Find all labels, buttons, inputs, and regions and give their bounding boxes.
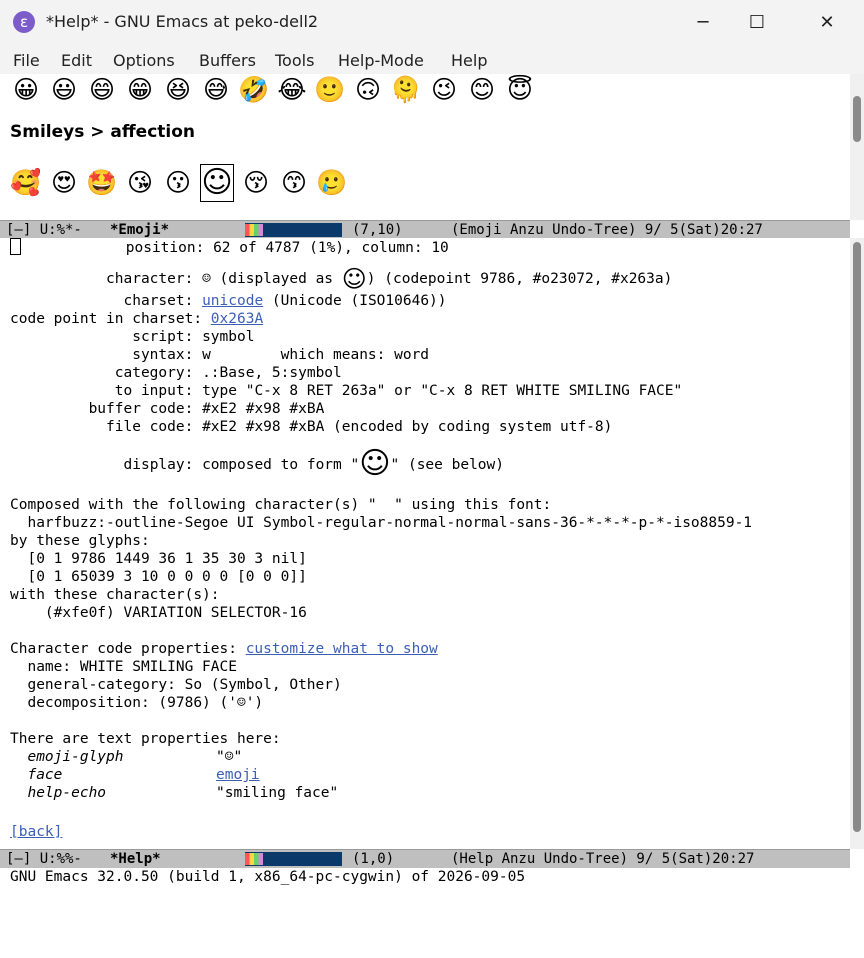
nyan-progress [245,223,342,237]
help-line-selector: (#xfe0f) VARIATION SELECTOR-16 [10,605,307,621]
mode-line-state: [—] U:%%- [6,851,82,867]
emoji-wink[interactable]: 😉 [428,74,460,106]
help-line-syntax: syntax: w which means: word [132,347,430,363]
emoji-kissing-heart[interactable]: 😘 [124,167,156,199]
emoji-blush[interactable]: 😊 [466,74,498,106]
menu-file[interactable]: File [13,51,40,70]
help-scrollbar[interactable] [850,238,864,849]
displayed-glyph: ☺ [341,265,367,293]
help-line-input: to input: type "C-x 8 RET 263a" or "C-x … [114,383,683,399]
help-line-category: category: .:Base, 5:symbol [114,365,342,381]
mode-line-modes[interactable]: (Help Anzu Undo-Tree) 9/ 5(Sat)20:27 [451,850,754,868]
text-prop-face-link: emoji [216,766,260,784]
emoji-white-smiling-face[interactable]: ☺ [200,164,234,202]
mode-line-position: (7,10) [352,222,403,238]
emoji-star-struck[interactable]: 🤩 [86,167,118,199]
text-prop-emoji-glyph-value: "☺" [216,749,243,765]
help-line-with: with these character(s): [10,587,220,603]
emoji-row-1: 😀 😃 😄 😁 😆 😅 🤣 😂 🙂 🙃 🫠 😉 😊 😇 [10,74,542,106]
help-line-script: script: symbol [132,329,255,345]
text-prop-help-echo-value: "smiling face" [216,785,339,801]
emoji-smile[interactable]: 😄 [86,74,118,106]
emoji-smiley[interactable]: 😃 [48,74,80,106]
codepoint-link[interactable]: 0x263A [211,311,263,327]
emoji-sweat-smile[interactable]: 😅 [200,74,232,106]
help-line-character: character: ☺ (displayed as ☺) (codepoint… [106,265,673,293]
nyan-progress [245,852,342,866]
text-prop-face: face [27,767,63,783]
mode-line-buffer-name[interactable]: *Help* [110,850,161,868]
emoji-scrollbar[interactable] [850,74,864,220]
emoji-laughing[interactable]: 😆 [162,74,194,106]
emoji-innocent[interactable]: 😇 [504,74,536,106]
menu-help[interactable]: Help [451,51,487,70]
help-line-decomposition: decomposition: (9786) ('☺') [10,695,264,711]
menu-help-mode[interactable]: Help-Mode [338,51,424,70]
emoji-scroll-thumb[interactable] [853,96,861,142]
mode-line-state: [—] U:%*- [6,222,82,238]
emoji-rofl[interactable]: 🤣 [238,74,270,106]
title-bar: ε *Help* - GNU Emacs at peko-dell2 ─ ☐ ✕ [0,0,864,46]
help-line-name: name: WHITE SMILING FACE [10,659,237,675]
help-back-link-line: [back] [10,823,62,841]
customize-link[interactable]: customize what to show [246,641,438,657]
help-line-glyphs: by these glyphs: [10,533,150,549]
help-line-display: display: composed to form "☺" (see below… [123,446,505,481]
mode-line-position: (1,0) [352,851,395,867]
emoji-face-link[interactable]: emoji [216,767,260,783]
emoji-upside-down[interactable]: 🙃 [352,74,384,106]
emoji-hearts-face[interactable]: 🥰 [10,167,42,199]
emoji-kissing-closed-eyes[interactable]: 😚 [240,167,272,199]
help-line-buffer-code: buffer code: #xE2 #x98 #xBA [88,401,325,417]
cursor [10,238,21,255]
mode-line-emoji[interactable]: [—] U:%*- *Emoji* (7,10) (Emoji Anzu Und… [0,220,850,239]
minimize-button[interactable]: ─ [680,0,726,46]
help-line-font: harfbuzz:-outline-Segoe UI Symbol-regula… [10,515,753,531]
help-line-glyph-2: [0 1 65039 3 10 0 0 0 0 [0 0 0]] [10,569,307,585]
help-line-composed: Composed with the following character(s)… [10,497,552,513]
text-prop-emoji-glyph: emoji-glyph [27,749,124,765]
emoji-grin[interactable]: 😁 [124,74,156,106]
mode-line-help[interactable]: [—] U:%%- *Help* (1,0) (Help Anzu Undo-T… [0,849,850,868]
help-line-charset: charset: unicode (Unicode (ISO10646)) [123,293,447,309]
help-line-file-code: file code: #xE2 #x98 #xBA (encoded by co… [106,419,613,435]
nyan-cat-icon [245,224,263,236]
emacs-icon: ε [13,11,35,33]
emoji-melting[interactable]: 🫠 [390,74,422,106]
help-line-position: position: 62 of 4787 (1%), column: 10 [10,238,449,256]
help-buffer[interactable]: position: 62 of 4787 (1%), column: 10 ch… [0,238,850,849]
menu-tools[interactable]: Tools [275,51,314,70]
menu-options[interactable]: Options [113,51,175,70]
window-title: *Help* - GNU Emacs at peko-dell2 [46,12,319,31]
help-scroll-thumb[interactable] [853,242,861,832]
menu-bar: File Edit Options Buffers Tools Help-Mod… [0,46,864,74]
maximize-button[interactable]: ☐ [734,0,780,46]
emoji-slight-smile[interactable]: 🙂 [314,74,346,106]
back-button[interactable]: [back] [10,824,62,840]
help-line-properties: Character code properties: customize wha… [10,641,438,657]
emoji-joy[interactable]: 😂 [276,74,308,106]
emoji-smiling-tear[interactable]: 🥲 [316,167,348,199]
emoji-row-2: 🥰 😍 🤩 😘 😗 ☺ 😚 😙 🥲 [10,164,354,202]
help-line-general-category: general-category: So (Symbol, Other) [10,677,342,693]
menu-buffers[interactable]: Buffers [199,51,256,70]
mode-line-buffer-name[interactable]: *Emoji* [110,221,169,239]
emoji-heart-eyes[interactable]: 😍 [48,167,80,199]
emoji-grinning[interactable]: 😀 [10,74,42,106]
help-line-codepoint: code point in charset: 0x263A [10,311,264,327]
emoji-buffer[interactable]: 😀 😃 😄 😁 😆 😅 🤣 😂 🙂 🙃 🫠 😉 😊 😇 Smileys > af… [0,74,850,220]
help-line-glyph-1: [0 1 9786 1449 36 1 35 30 3 nil] [10,551,307,567]
composed-glyph: ☺ [359,446,391,481]
nyan-cat-icon [245,853,263,865]
charset-link[interactable]: unicode [202,293,263,309]
mode-line-modes[interactable]: (Emoji Anzu Undo-Tree) 9/ 5(Sat)20:27 [451,221,763,239]
text-prop-help-echo: help-echo [27,785,107,801]
menu-edit[interactable]: Edit [61,51,92,70]
close-button[interactable]: ✕ [804,0,850,46]
emoji-kissing-smiling-eyes[interactable]: 😙 [278,167,310,199]
emoji-kissing[interactable]: 😗 [162,167,194,199]
echo-area[interactable]: GNU Emacs 32.0.50 (build 1, x86_64-pc-cy… [0,868,864,886]
help-line-text-properties: There are text properties here: [10,731,281,747]
emoji-category-heading: Smileys > affection [10,122,196,142]
